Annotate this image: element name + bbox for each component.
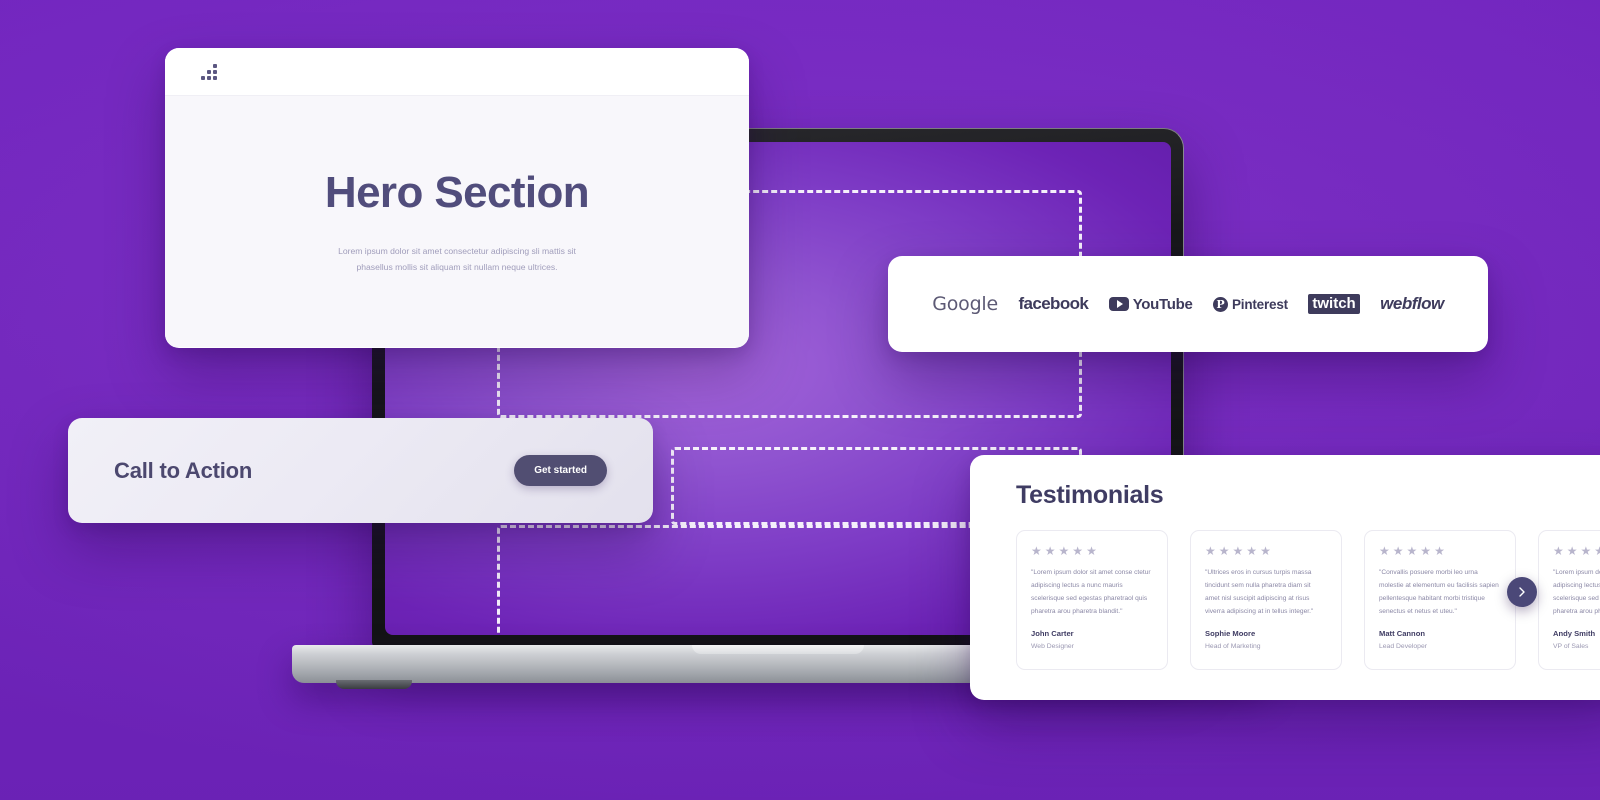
call-to-action-card: Call to Action Get started xyxy=(68,418,653,523)
star-icon: ★ xyxy=(1058,544,1070,558)
facebook-logo[interactable]: facebook xyxy=(1018,294,1088,314)
twitch-label: twitch xyxy=(1308,294,1360,314)
testimonial-quote: "Ultrices eros in cursus turpis massa ti… xyxy=(1205,569,1314,615)
hero-section-card: Hero Section Lorem ipsum dolor sit amet … xyxy=(165,48,749,348)
youtube-label: YouTube xyxy=(1132,295,1193,313)
star-icon: ★ xyxy=(1392,544,1404,558)
star-rating: ★ ★ ★ ★ ★ xyxy=(1379,545,1501,557)
star-icon: ★ xyxy=(1406,544,1418,558)
hero-title: Hero Section xyxy=(324,168,590,217)
star-icon: ★ xyxy=(1031,544,1042,558)
testimonial-author-name: Andy Smith xyxy=(1553,629,1596,639)
testimonial-author-role: Head of Marketing xyxy=(1205,643,1261,651)
testimonial-author-name: Matt Cannon xyxy=(1379,629,1425,639)
testimonial-author-role: Web Designer xyxy=(1031,643,1074,651)
star-icon: ★ xyxy=(1072,544,1084,558)
star-icon: ★ xyxy=(1434,544,1445,558)
testimonials-title: Testimonials xyxy=(1016,481,1164,509)
star-icon: ★ xyxy=(1260,544,1271,558)
star-icon: ★ xyxy=(1594,544,1600,558)
star-icon: ★ xyxy=(1553,544,1564,558)
star-rating: ★ ★ ★ ★ ★ xyxy=(1031,545,1153,557)
laptop-base-notch xyxy=(692,645,864,654)
star-rating: ★ ★ ★ ★ ★ xyxy=(1553,545,1600,557)
google-label: Google xyxy=(932,293,999,315)
testimonial-item[interactable]: ★ ★ ★ ★ ★ "Ultrices eros in cursus turpi… xyxy=(1190,530,1342,670)
star-icon: ★ xyxy=(1566,544,1578,558)
youtube-logo[interactable]: YouTube xyxy=(1108,295,1193,313)
brand-logos-card: Google facebook YouTube P Pinterest twit… xyxy=(888,256,1488,352)
testimonial-quote: "Lorem ipsum dolor sit amet conse ctetur… xyxy=(1553,569,1600,615)
star-icon: ★ xyxy=(1580,544,1592,558)
star-icon: ★ xyxy=(1379,544,1390,558)
chevron-right-icon xyxy=(1519,587,1525,597)
pinterest-label: Pinterest xyxy=(1231,296,1288,312)
laptop-foot xyxy=(336,680,412,689)
star-icon: ★ xyxy=(1205,544,1216,558)
hero-body: Hero Section Lorem ipsum dolor sit amet … xyxy=(165,96,749,347)
testimonial-quote: "Lorem ipsum dolor sit amet conse ctetur… xyxy=(1031,569,1151,615)
google-logo[interactable]: Google xyxy=(932,293,998,315)
testimonial-author-name: Sophie Moore xyxy=(1205,629,1256,639)
youtube-play-icon xyxy=(1108,297,1129,311)
star-icon: ★ xyxy=(1232,544,1244,558)
webflow-label: webflow xyxy=(1380,294,1444,313)
testimonial-author-role: VP of Sales xyxy=(1553,643,1589,651)
star-icon: ★ xyxy=(1218,544,1230,558)
testimonial-item[interactable]: ★ ★ ★ ★ ★ "Convallis posuere morbi leo u… xyxy=(1364,530,1516,670)
testimonial-item[interactable]: ★ ★ ★ ★ ★ "Lorem ipsum dolor sit amet co… xyxy=(1538,530,1600,670)
cta-title: Call to Action xyxy=(114,457,253,483)
hero-navbar xyxy=(165,48,749,96)
carousel-next-button[interactable] xyxy=(1507,577,1537,607)
bar-chart-dots-logo-icon[interactable] xyxy=(201,63,217,80)
pinterest-p-icon: P xyxy=(1212,296,1228,312)
star-icon: ★ xyxy=(1044,544,1056,558)
star-icon: ★ xyxy=(1086,544,1097,558)
testimonial-quote: "Convallis posuere morbi leo urna molest… xyxy=(1379,569,1499,615)
webflow-logo[interactable]: webflow xyxy=(1380,294,1444,314)
star-icon: ★ xyxy=(1420,544,1432,558)
testimonial-author-name: John Carter xyxy=(1031,629,1074,639)
get-started-button[interactable]: Get started xyxy=(514,455,607,486)
star-rating: ★ ★ ★ ★ ★ xyxy=(1205,545,1327,557)
pinterest-logo[interactable]: P Pinterest xyxy=(1212,296,1288,312)
testimonials-card: Testimonials ★ ★ ★ ★ ★ "Lorem ipsum dolo… xyxy=(970,455,1600,700)
facebook-label: facebook xyxy=(1018,294,1089,313)
testimonial-item[interactable]: ★ ★ ★ ★ ★ "Lorem ipsum dolor sit amet co… xyxy=(1016,530,1168,670)
hero-subtitle: Lorem ipsum dolor sit amet consectetur a… xyxy=(338,246,576,272)
scene-root: Hero Section Lorem ipsum dolor sit amet … xyxy=(0,0,1600,800)
star-icon: ★ xyxy=(1246,544,1258,558)
twitch-logo[interactable]: twitch xyxy=(1308,294,1360,314)
testimonial-author-role: Lead Developer xyxy=(1379,643,1427,651)
